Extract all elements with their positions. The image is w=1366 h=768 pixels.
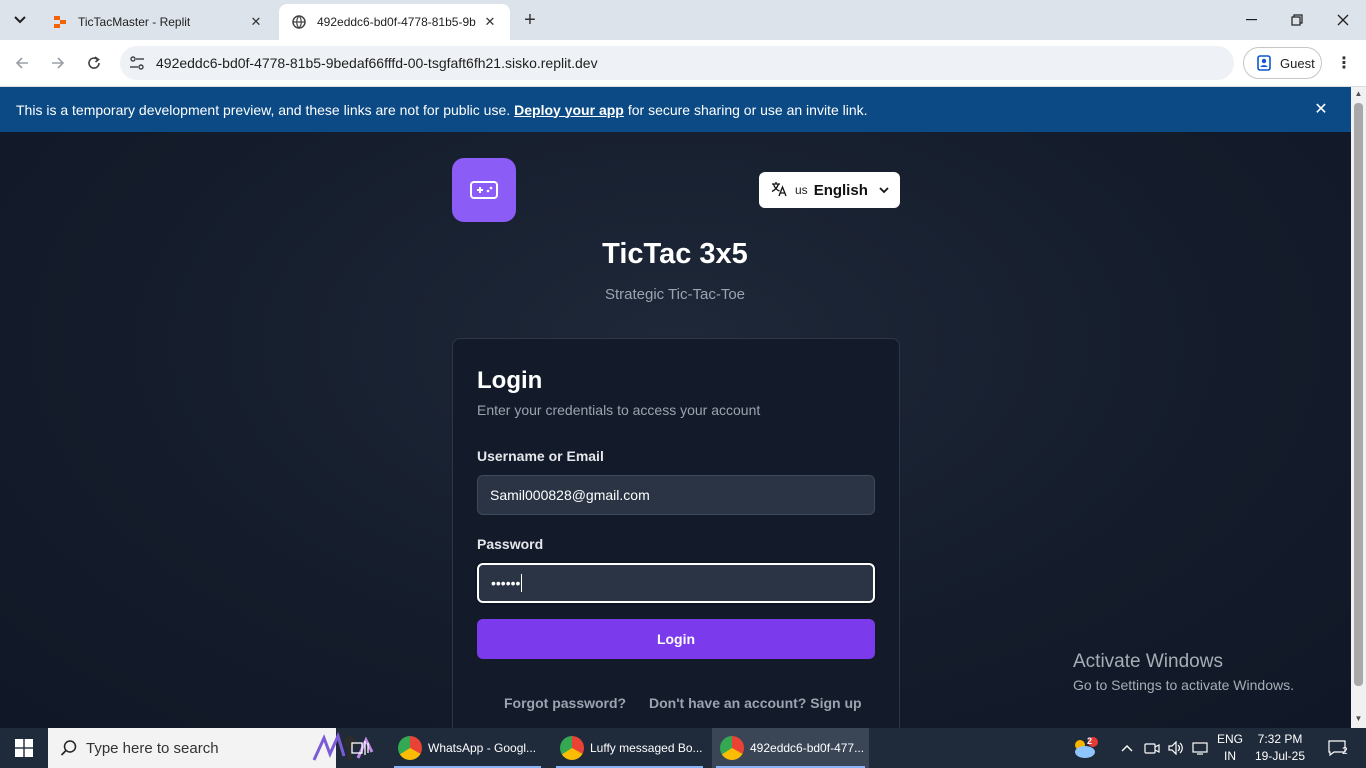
username-input[interactable]: Samil000828@gmail.com [477,475,875,515]
weather-icon[interactable]: 2 [1068,728,1100,768]
dev-preview-banner: This is a temporary development preview,… [0,87,1351,132]
close-tab-icon[interactable]: ✕ [248,14,264,30]
profile-icon [1256,55,1272,71]
login-title: Login [477,367,543,394]
restore-icon[interactable] [1274,0,1320,40]
scroll-thumb[interactable] [1354,103,1363,686]
new-tab-button[interactable]: + [518,8,542,32]
scroll-down-icon[interactable]: ▼ [1354,714,1363,723]
network-icon[interactable] [1189,728,1211,768]
task-view-icon[interactable] [344,728,376,768]
windows-start-icon[interactable] [0,728,48,768]
login-card: Login Enter your credentials to access y… [452,338,900,728]
windows-taskbar: Type here to search WhatsApp - Googl... … [0,728,1366,768]
replit-favicon-icon [52,14,68,30]
profile-label: Guest [1280,55,1315,71]
url-text: 492eddc6-bd0f-4778-81b5-9bedaf66fffd-00-… [156,55,598,71]
text-caret [521,574,523,592]
site-info-icon[interactable] [128,54,146,72]
language-line1: ENG [1216,732,1243,746]
search-icon [60,740,77,756]
browser-tab-strip: TicTacMaster - Replit ✕ 492eddc6-bd0f-47… [0,0,1366,40]
browser-tab-preview[interactable]: 492eddc6-bd0f-4778-81b5-9be ✕ [279,4,510,40]
taskbar-app-label: 492eddc6-bd0f-477... [750,741,865,755]
taskbar-app-label: WhatsApp - Googl... [428,741,537,755]
forward-icon[interactable] [45,50,71,76]
chrome-icon [720,736,744,760]
login-button[interactable]: Login [477,619,875,659]
banner-text-after: for secure sharing or use an invite link… [627,101,868,118]
weather-badge: 2 [1087,736,1093,746]
taskbar-app-whatsapp[interactable]: WhatsApp - Googl... [390,728,545,768]
taskbar-search-placeholder: Type here to search [86,739,219,757]
page-scrollbar[interactable]: ▲ ▼ [1351,87,1366,728]
taskbar-clock[interactable]: 7:32 PM 19-Jul-25 [1248,731,1312,765]
notification-center-icon[interactable]: 2 [1322,728,1352,768]
deploy-app-link[interactable]: Deploy your app [514,102,624,118]
taskbar-app-luffy[interactable]: Luffy messaged Bo... [552,728,707,768]
close-window-icon[interactable] [1320,0,1366,40]
page-viewport: This is a temporary development preview,… [0,87,1351,728]
language-line2: IN [1224,749,1236,763]
close-tab-icon[interactable]: ✕ [482,14,498,30]
login-description: Enter your credentials to access your ac… [477,402,761,418]
notification-count: 2 [1342,746,1348,757]
chevron-down-icon [878,184,890,196]
back-icon[interactable] [9,50,35,76]
language-code: us [795,183,808,197]
language-selector[interactable]: us English [759,172,900,208]
meet-now-icon[interactable] [1141,728,1163,768]
signup-link[interactable]: Don't have an account? Sign up [649,695,862,711]
minimize-icon[interactable] [1228,0,1274,40]
translate-icon [771,181,787,200]
username-value: Samil000828@gmail.com [490,487,650,503]
banner-text-before: This is a temporary development preview,… [16,101,511,118]
tab-title: 492eddc6-bd0f-4778-81b5-9be [317,15,476,29]
tab-search-icon[interactable] [6,8,34,32]
scroll-up-icon[interactable]: ▲ [1354,89,1363,98]
username-label: Username or Email [477,448,604,464]
language-name: English [813,181,868,199]
chrome-icon [560,736,584,760]
chrome-icon [398,736,422,760]
profile-button[interactable]: Guest [1243,47,1322,79]
watermark-line1: Activate Windows [1073,651,1223,672]
app-title: TicTac 3x5 [602,238,748,270]
browser-toolbar: 492eddc6-bd0f-4778-81b5-9bedaf66fffd-00-… [0,40,1366,87]
browser-tab-replit[interactable]: TicTacMaster - Replit ✕ [40,4,276,40]
clock-date: 19-Jul-25 [1254,749,1306,763]
globe-icon [291,14,307,30]
tab-title: TicTacMaster - Replit [78,15,191,29]
forgot-password-link[interactable]: Forgot password? [504,695,626,711]
game-controller-logo-icon [452,158,516,222]
input-language-indicator[interactable]: ENG IN [1212,731,1248,765]
app-subtitle: Strategic Tic-Tac-Toe [604,286,746,303]
close-banner-icon[interactable]: ✕ [1312,100,1330,118]
clock-time: 7:32 PM [1257,732,1303,746]
taskbar-app-label: Luffy messaged Bo... [590,741,703,755]
address-bar[interactable]: 492eddc6-bd0f-4778-81b5-9bedaf66fffd-00-… [120,46,1234,80]
taskbar-app-preview[interactable]: 492eddc6-bd0f-477... [712,728,869,768]
password-label: Password [477,536,544,552]
reload-icon[interactable] [81,50,107,76]
password-value: •••••• [491,575,521,591]
chevron-up-icon[interactable] [1116,728,1138,768]
watermark-line2: Go to Settings to activate Windows. [1073,677,1294,693]
volume-icon[interactable] [1165,728,1187,768]
activate-windows-watermark: Activate Windows Go to Settings to activ… [1073,651,1294,693]
taskbar-search-box[interactable]: Type here to search [48,728,374,768]
password-input[interactable]: •••••• [477,563,875,603]
browser-menu-icon[interactable]: ⋮ [1332,50,1356,76]
